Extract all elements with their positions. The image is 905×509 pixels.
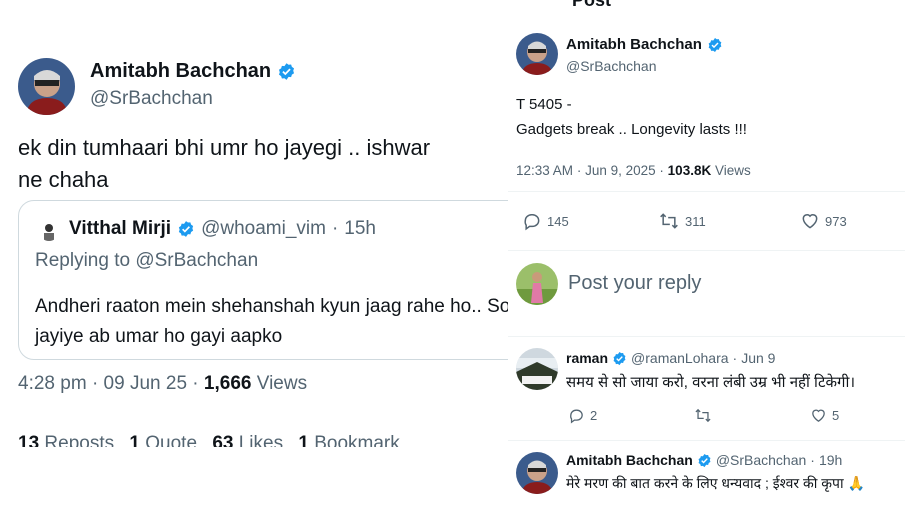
reply-count: 145 bbox=[547, 213, 569, 229]
comment-text: समय से सो जाया करो, वरना लंबी उम्र भी नह… bbox=[566, 374, 856, 391]
views-label: Views bbox=[256, 373, 308, 394]
verified-badge-icon bbox=[612, 351, 627, 366]
author-name-row: Amitabh Bachchan bbox=[566, 36, 723, 53]
repost-button[interactable]: 311 bbox=[658, 211, 706, 231]
reply-button[interactable]: 145 bbox=[522, 211, 569, 231]
commenter-name[interactable]: raman bbox=[566, 350, 608, 366]
post-text-line-2: Gadgets break .. Longevity lasts !!! bbox=[516, 121, 747, 138]
separator-dot: · bbox=[331, 218, 339, 239]
author-avatar[interactable] bbox=[516, 33, 558, 75]
views-count: 103.8K bbox=[667, 163, 712, 178]
bookmarks-count: 1 bbox=[298, 433, 309, 447]
post-time[interactable]: 4:28 pm bbox=[18, 373, 87, 394]
comment-name-row: raman @ramanLohara · Jun 9 bbox=[566, 350, 775, 366]
commenter-name[interactable]: Amitabh Bachchan bbox=[566, 452, 693, 468]
divider bbox=[508, 191, 905, 192]
comment-text: मेरे मरण की बात करने के लिए धन्यवाद ; ईश… bbox=[566, 475, 865, 491]
reply-input[interactable]: Post your reply bbox=[568, 272, 701, 295]
likes-count: 63 bbox=[212, 433, 234, 447]
post-meta: 12:33 AM · Jun 9, 2025 · 103.8K Views bbox=[516, 163, 751, 178]
like-icon bbox=[812, 409, 825, 422]
quote-name-row: Vitthal Mirji @whoami_vim · 15h bbox=[69, 218, 376, 240]
like-count: 973 bbox=[825, 213, 847, 229]
like-button[interactable]: 973 bbox=[800, 211, 847, 231]
repost-count: 311 bbox=[685, 213, 706, 229]
repost-icon bbox=[660, 213, 678, 229]
post-date[interactable]: 09 Jun 25 bbox=[104, 373, 187, 394]
divider bbox=[508, 336, 905, 337]
likes-stat[interactable]: 63 Likes bbox=[212, 433, 293, 447]
bookmarks-stat[interactable]: 1 Bookmark bbox=[298, 433, 409, 447]
commenter-avatar[interactable] bbox=[516, 348, 558, 390]
commenter-avatar[interactable] bbox=[516, 452, 558, 494]
post-date[interactable]: Jun 9, 2025 bbox=[585, 163, 656, 178]
separator-dot: · bbox=[732, 350, 738, 366]
separator-dot: · bbox=[576, 163, 582, 178]
repost-icon bbox=[695, 408, 711, 423]
reply-icon bbox=[524, 214, 540, 231]
author-avatar[interactable] bbox=[18, 58, 75, 115]
separator-dot: · bbox=[192, 373, 199, 394]
separator-dot: · bbox=[659, 163, 664, 178]
like-icon bbox=[802, 214, 818, 229]
quote-author-avatar[interactable] bbox=[39, 221, 59, 241]
author-handle[interactable]: @SrBachchan bbox=[90, 88, 213, 110]
likes-label: Likes bbox=[238, 433, 284, 447]
verified-badge-icon bbox=[177, 220, 195, 238]
quotes-count: 1 bbox=[129, 433, 140, 447]
quote-age[interactable]: 15h bbox=[344, 218, 376, 240]
commenter-handle[interactable]: @ramanLohara bbox=[631, 350, 729, 366]
comment-age[interactable]: 19h bbox=[819, 452, 842, 468]
verified-badge-icon bbox=[277, 62, 296, 81]
divider bbox=[508, 250, 905, 251]
quotes-stat[interactable]: 1 Quote bbox=[129, 433, 207, 447]
page-title: Post bbox=[572, 0, 612, 10]
commenter-handle[interactable]: @SrBachchan bbox=[716, 452, 806, 468]
views-count: 1,666 bbox=[203, 373, 252, 394]
separator-dot: · bbox=[91, 373, 99, 394]
divider bbox=[508, 440, 905, 441]
like-button[interactable]: 5 bbox=[810, 407, 839, 424]
reposts-count: 13 bbox=[18, 433, 40, 447]
reposts-label: Reposts bbox=[44, 433, 115, 447]
post-meta: 4:28 pm · 09 Jun 25 · 1,666 Views bbox=[18, 373, 307, 395]
comment-age[interactable]: Jun 9 bbox=[741, 350, 775, 366]
bookmarks-label: Bookmark bbox=[314, 433, 400, 447]
reply-icon bbox=[570, 409, 583, 424]
post-text: ek din tumhaari bhi umr ho jayegi .. ish… bbox=[18, 135, 431, 192]
post-time[interactable]: 12:33 AM bbox=[516, 163, 573, 178]
repost-button[interactable] bbox=[694, 407, 717, 424]
reply-button[interactable]: 2 bbox=[568, 407, 597, 424]
current-user-avatar[interactable] bbox=[516, 263, 558, 305]
right-screenshot-post: Post Amitabh Bachchan @SrBachchan T 5405… bbox=[508, 0, 905, 509]
reposts-stat[interactable]: 13 Reposts bbox=[18, 433, 124, 447]
author-name[interactable]: Amitabh Bachchan bbox=[90, 60, 271, 83]
post-text-line-1: T 5405 - bbox=[516, 96, 572, 113]
comment-name-row: Amitabh Bachchan @SrBachchan · 19h bbox=[566, 452, 842, 468]
verified-badge-icon bbox=[707, 37, 723, 53]
separator-dot: · bbox=[810, 452, 815, 468]
engagement-stats: 13 Reposts 1 Quote 63 Likes 1 Bookmark bbox=[18, 433, 410, 447]
author-name-row: Amitabh Bachchan bbox=[90, 60, 296, 83]
verified-badge-icon bbox=[697, 453, 712, 468]
author-handle[interactable]: @SrBachchan bbox=[566, 58, 656, 74]
views-label: Views bbox=[714, 163, 751, 178]
quotes-label: Quote bbox=[145, 433, 198, 447]
left-screenshot-post: Amitabh Bachchan @SrBachchan ek din tumh… bbox=[0, 0, 508, 509]
author-name[interactable]: Amitabh Bachchan bbox=[566, 36, 702, 53]
quote-text: Andheri raaton mein shehanshah kyun jaag… bbox=[35, 296, 508, 347]
quote-author-handle[interactable]: @whoami_vim bbox=[201, 218, 326, 240]
quoted-post-card[interactable]: Vitthal Mirji @whoami_vim · 15h Replying… bbox=[18, 200, 508, 360]
replying-to[interactable]: Replying to @SrBachchan bbox=[35, 250, 258, 272]
quote-author-name[interactable]: Vitthal Mirji bbox=[69, 218, 171, 240]
reply-count: 2 bbox=[590, 408, 598, 423]
like-count: 5 bbox=[832, 408, 840, 423]
